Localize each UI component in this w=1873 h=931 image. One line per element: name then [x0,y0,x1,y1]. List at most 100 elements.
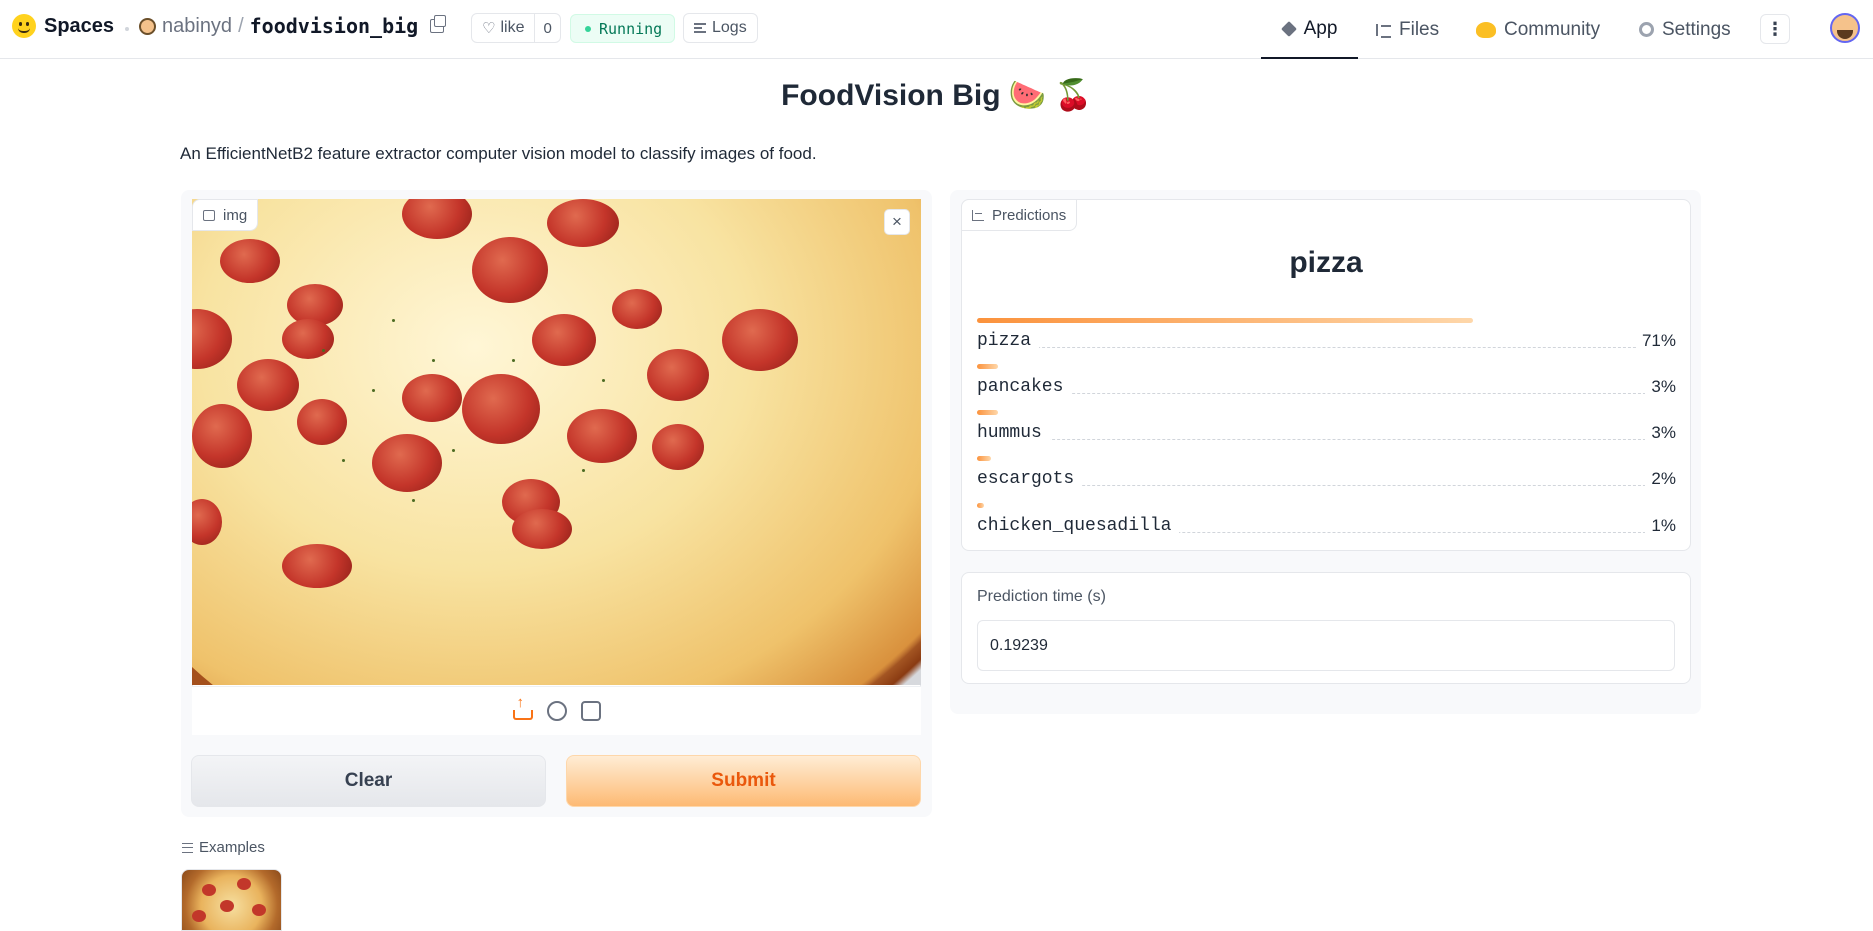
pepperoni-shape [282,544,352,588]
logs-label: Logs [712,19,747,36]
gear-icon [1639,22,1654,37]
like-button[interactable]: ♡ like 0 [471,13,561,43]
status-text: Running [599,19,663,38]
herb-dot [452,449,455,452]
confidence-row[interactable]: chicken_quesadilla 1% [977,503,1676,549]
spaces-logo-link[interactable]: Spaces [12,14,114,38]
class-name: hummus [977,423,1050,443]
pepperoni-shape [567,409,637,463]
examples-heading: Examples [182,839,265,856]
confidence-bar [977,318,1473,323]
clear-image-button[interactable]: × [884,209,910,235]
class-name: escargots [977,469,1083,489]
tab-settings-label: Settings [1662,18,1731,40]
tab-app[interactable]: App [1261,0,1358,59]
files-icon [1376,23,1391,38]
logs-icon [694,23,706,33]
confidence-value: 2% [1645,469,1676,489]
herb-dot [602,379,605,382]
leader-line [977,347,1676,348]
heart-icon: ♡ [482,20,496,37]
pepperoni-shape [372,434,442,492]
clear-button[interactable]: Clear [191,755,546,807]
hugging-face-logo-icon [12,14,36,38]
image-source-bar [192,686,921,735]
pizza-cheese-shape [192,199,921,685]
pepperoni-shape [220,900,234,912]
bar-chart-icon [972,209,984,221]
confidence-row[interactable]: pancakes 3% [977,364,1676,410]
community-icon [1476,21,1496,38]
pepperoni-shape [192,404,252,468]
pepperoni-shape [612,289,662,329]
uploaded-pizza-image[interactable] [192,199,921,685]
breadcrumb-slash: / [238,14,244,37]
examples-label: Examples [199,839,265,856]
app-description: An EfficientNetB2 feature extractor comp… [180,144,817,163]
pepperoni-shape [192,910,206,922]
tab-files-label: Files [1399,18,1440,40]
status-dot-icon [585,25,591,32]
confidence-value: 71% [1635,331,1676,351]
copy-icon[interactable] [430,15,447,33]
predictions-label-text: Predictions [992,206,1067,224]
class-name: pizza [977,331,1040,351]
image-label-text: img [223,206,248,224]
clipboard-icon[interactable] [580,701,601,721]
pepperoni-shape [237,359,299,411]
pepperoni-shape [462,374,540,444]
herb-dot [432,359,435,362]
pepperoni-shape [722,309,798,371]
tab-files[interactable]: Files [1376,0,1439,59]
class-name: pancakes [977,377,1072,397]
confidence-bar [977,503,984,508]
herb-dot [512,359,515,362]
confidence-bar [977,410,998,415]
user-avatar[interactable] [1830,13,1860,43]
more-options-button[interactable]: ⋮ [1760,14,1790,44]
pepperoni-shape [472,237,548,303]
upload-icon[interactable] [512,694,533,720]
pepperoni-shape [297,399,347,445]
like-count[interactable]: 0 [534,14,559,42]
confidence-row[interactable]: pizza 71% [977,318,1676,364]
example-pizza-thumbnail[interactable] [181,869,282,931]
tab-community[interactable]: Community [1476,0,1600,59]
like-label: like [500,19,525,36]
pepperoni-shape [512,509,572,549]
top-prediction: pizza [1289,246,1363,279]
predictions-label: Predictions [961,199,1078,231]
submit-button[interactable]: Submit [566,755,921,807]
tab-settings[interactable]: Settings [1639,0,1731,59]
separator-dot [125,27,129,31]
top-bar: Spaces nabinyd / foodvision_big ♡ like 0… [0,0,1873,59]
status-badge: Running [570,14,676,43]
leader-line [977,393,1676,394]
logs-button[interactable]: Logs [683,13,758,43]
cube-icon [1280,20,1297,37]
confidence-value: 3% [1645,423,1676,443]
pepperoni-shape [282,319,334,359]
image-icon [203,209,215,221]
webcam-icon[interactable] [546,701,567,721]
pepperoni-shape [252,904,266,916]
pepperoni-shape [652,424,704,470]
pepperoni-shape [402,374,462,422]
confidence-bar [977,364,998,369]
prediction-time-field[interactable]: 0.19239 [977,620,1675,671]
herb-dot [392,319,395,322]
repo-name-link[interactable]: foodvision_big [250,14,419,38]
confidence-row[interactable]: escargots 2% [977,456,1676,502]
herb-dot [322,349,325,352]
spaces-label: Spaces [44,14,115,37]
owner-avatar-icon [139,17,156,35]
tab-community-label: Community [1504,18,1601,40]
confidence-row[interactable]: hummus 3% [977,410,1676,456]
herb-dot [412,499,415,502]
image-input-label: img [192,199,259,231]
pepperoni-shape [237,878,251,890]
owner-link[interactable]: nabinyd [162,15,232,38]
pepperoni-shape [220,239,280,283]
herb-dot [582,469,585,472]
confidence-value: 3% [1645,377,1676,397]
